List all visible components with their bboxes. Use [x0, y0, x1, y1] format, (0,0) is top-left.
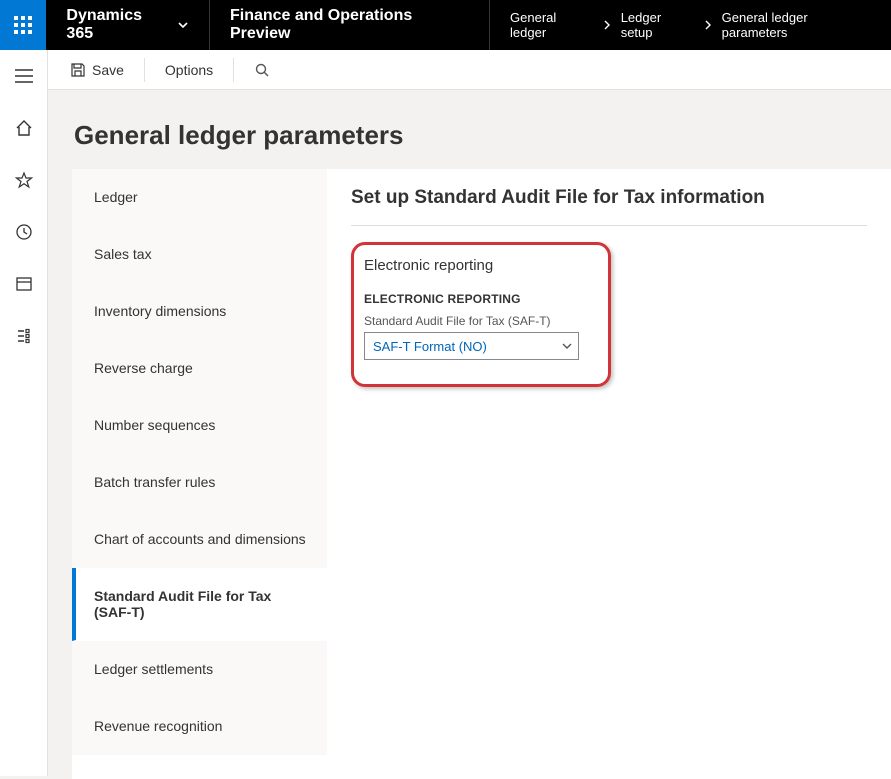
field-label: Standard Audit File for Tax (SAF-T) — [364, 314, 594, 328]
side-tab-number-sequences[interactable]: Number sequences — [72, 397, 327, 454]
favorites-button[interactable] — [8, 164, 40, 196]
hamburger-menu-button[interactable] — [8, 60, 40, 92]
side-tab-label: Inventory dimensions — [94, 303, 226, 319]
separator — [233, 58, 234, 82]
module-title-text: Finance and Operations Preview — [230, 7, 469, 43]
module-title: Finance and Operations Preview — [210, 0, 490, 50]
product-name: Dynamics 365 — [66, 7, 169, 43]
save-button-label: Save — [92, 62, 124, 78]
section-heading: Set up Standard Audit File for Tax infor… — [351, 187, 867, 209]
save-button[interactable]: Save — [60, 56, 134, 84]
side-tab-label: Standard Audit File for Tax (SAF-T) — [94, 588, 271, 620]
side-tab-label: Revenue recognition — [94, 718, 222, 734]
recent-button[interactable] — [8, 216, 40, 248]
side-tab-ledger-settlements[interactable]: Ledger settlements — [72, 641, 327, 698]
breadcrumb-item[interactable]: General ledger — [510, 10, 593, 40]
side-tab-label: Ledger settlements — [94, 661, 213, 677]
options-button-label: Options — [165, 62, 213, 78]
tab-content-pane: Set up Standard Audit File for Tax infor… — [327, 169, 891, 779]
workspaces-button[interactable] — [8, 268, 40, 300]
options-button[interactable]: Options — [155, 56, 223, 84]
electronic-reporting-fasttab: Electronic reporting ELECTRONIC REPORTIN… — [351, 242, 611, 387]
breadcrumb-item[interactable]: General ledger parameters — [722, 10, 871, 40]
side-tab-reverse-charge[interactable]: Reverse charge — [72, 340, 327, 397]
side-tab-ledger[interactable]: Ledger — [72, 169, 327, 226]
side-tab-label: Chart of accounts and dimensions — [94, 531, 306, 547]
side-tab-sales-tax[interactable]: Sales tax — [72, 226, 327, 283]
page-title: General ledger parameters — [72, 120, 891, 151]
section-divider — [351, 225, 867, 226]
left-navigation-rail — [0, 50, 48, 776]
saf-t-format-input[interactable] — [364, 332, 579, 360]
side-tab-label: Number sequences — [94, 417, 215, 433]
side-tab-saf-t[interactable]: Standard Audit File for Tax (SAF-T) — [72, 568, 327, 641]
parameters-panel: Ledger Sales tax Inventory dimensions Re… — [72, 169, 891, 779]
side-tab-label: Batch transfer rules — [94, 474, 215, 490]
home-button[interactable] — [8, 112, 40, 144]
saf-t-format-dropdown[interactable] — [364, 332, 579, 360]
side-tab-inventory-dimensions[interactable]: Inventory dimensions — [72, 283, 327, 340]
side-tab-label: Ledger — [94, 189, 138, 205]
side-tab-batch-transfer-rules[interactable]: Batch transfer rules — [72, 454, 327, 511]
side-tab-list: Ledger Sales tax Inventory dimensions Re… — [72, 169, 327, 779]
chevron-down-icon — [177, 19, 189, 31]
side-tab-revenue-recognition[interactable]: Revenue recognition — [72, 698, 327, 755]
search-icon — [254, 62, 270, 78]
save-icon — [70, 62, 86, 78]
waffle-icon — [14, 16, 32, 34]
app-launcher-button[interactable] — [0, 0, 46, 50]
modules-button[interactable] — [8, 320, 40, 352]
breadcrumb-item[interactable]: Ledger setup — [621, 10, 694, 40]
side-tab-label: Sales tax — [94, 246, 152, 262]
chevron-right-icon — [704, 20, 712, 30]
search-button[interactable] — [244, 56, 280, 84]
side-tab-chart-of-accounts[interactable]: Chart of accounts and dimensions — [72, 511, 327, 568]
product-switcher[interactable]: Dynamics 365 — [46, 0, 210, 50]
page-content: General ledger parameters Ledger Sales t… — [48, 90, 891, 776]
separator — [144, 58, 145, 82]
fasttab-title[interactable]: Electronic reporting — [364, 257, 594, 274]
top-navigation-bar: Dynamics 365 Finance and Operations Prev… — [0, 0, 891, 50]
action-pane: Save Options — [48, 50, 891, 90]
field-group-label: ELECTRONIC REPORTING — [364, 292, 594, 306]
side-tab-label: Reverse charge — [94, 360, 193, 376]
chevron-right-icon — [603, 20, 611, 30]
breadcrumb: General ledger Ledger setup General ledg… — [490, 0, 891, 50]
